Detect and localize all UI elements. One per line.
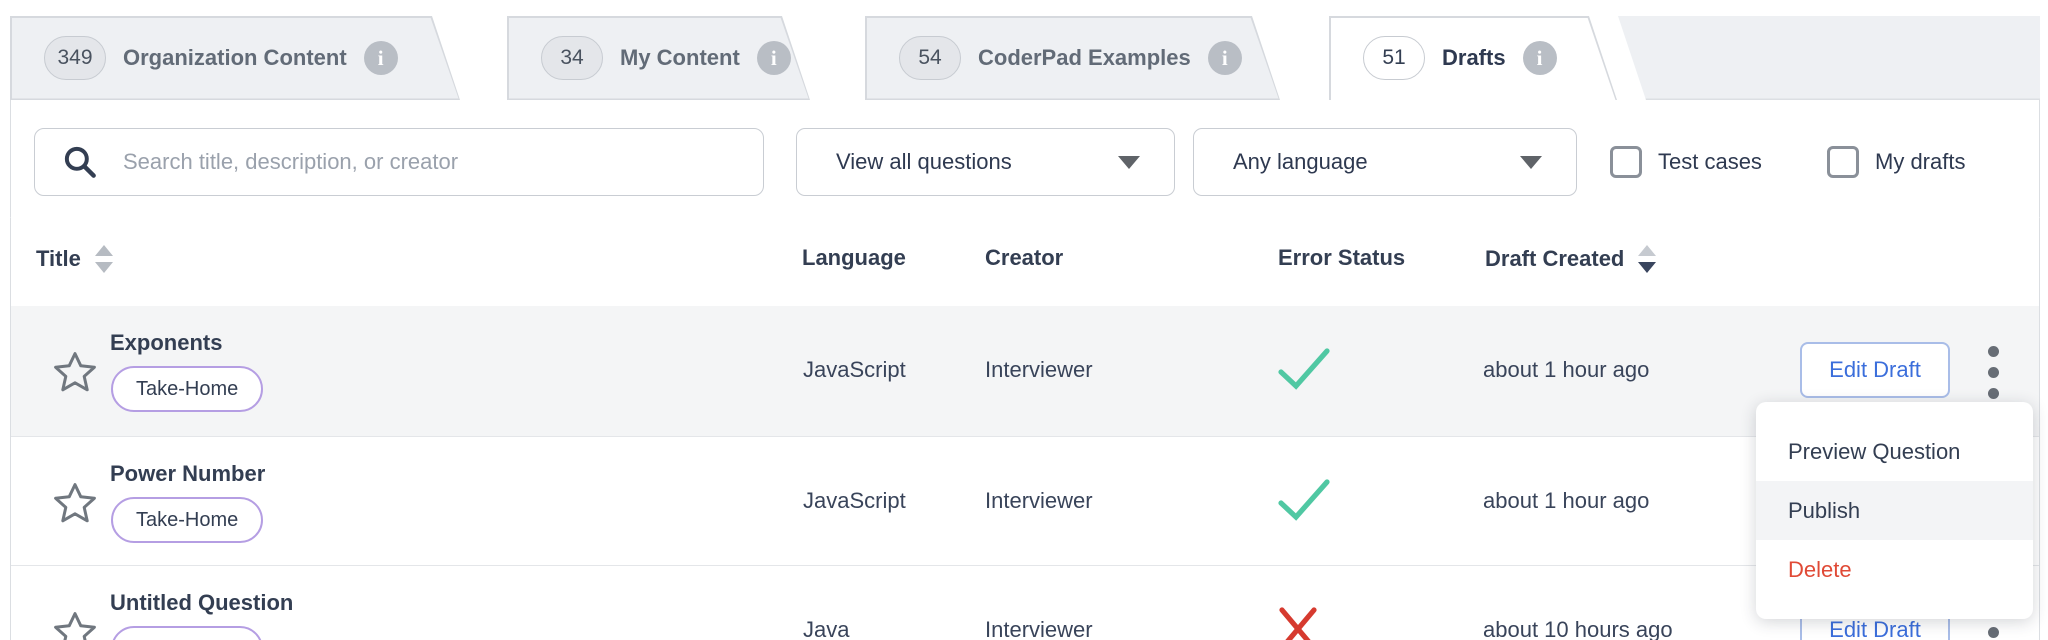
- tab-bar-filler: [1618, 16, 2040, 100]
- table-row[interactable]: Exponents Take-Home JavaScript Interview…: [11, 306, 2039, 437]
- favorite-star-icon[interactable]: [51, 608, 99, 640]
- search-box[interactable]: [34, 128, 764, 196]
- favorite-star-icon[interactable]: [51, 479, 99, 527]
- language-cell: JavaScript: [803, 357, 906, 382]
- column-header-title[interactable]: Title: [36, 245, 113, 273]
- chevron-down-icon: [1520, 155, 1542, 169]
- language-filter-dropdown[interactable]: Any language: [1193, 128, 1577, 196]
- question-filter-value: View all questions: [836, 149, 1012, 174]
- tab-bar: 349 Organization Content 34 My Content 5…: [10, 16, 2040, 100]
- column-header-language: Language: [802, 245, 906, 270]
- column-header-creator: Creator: [985, 245, 1064, 270]
- draft-created-cell: about 1 hour ago: [1483, 357, 1650, 382]
- column-header-error-status: Error Status: [1278, 245, 1406, 270]
- question-filter-dropdown[interactable]: View all questions: [796, 128, 1175, 196]
- info-icon[interactable]: [363, 41, 398, 75]
- search-input[interactable]: [121, 148, 763, 176]
- my-drafts-checkbox-group: My drafts: [1827, 128, 1965, 196]
- info-icon[interactable]: [756, 41, 791, 75]
- question-title[interactable]: Exponents: [110, 330, 222, 356]
- tab-label: CoderPad Examples: [978, 45, 1191, 70]
- table-row[interactable]: Power Number Take-Home JavaScript Interv…: [11, 437, 2039, 566]
- my-drafts-label: My drafts: [1875, 149, 1966, 174]
- test-cases-checkbox[interactable]: [1610, 146, 1642, 178]
- tab-organization-content[interactable]: 349 Organization Content: [10, 16, 460, 100]
- tab-my-content[interactable]: 34 My Content: [507, 16, 810, 100]
- error-x-icon: [1275, 604, 1321, 640]
- tab-count-badge: 349: [44, 36, 106, 80]
- info-icon[interactable]: [1207, 41, 1242, 75]
- favorite-star-icon[interactable]: [51, 348, 99, 396]
- menu-item-delete[interactable]: Delete: [1756, 540, 2033, 599]
- question-title[interactable]: Untitled Question: [110, 590, 293, 616]
- tab-count-badge: 54: [899, 36, 961, 80]
- tab-label: Organization Content: [123, 45, 347, 70]
- my-drafts-checkbox[interactable]: [1827, 146, 1859, 178]
- tab-count-badge: 34: [541, 36, 603, 80]
- draft-created-cell: about 1 hour ago: [1483, 488, 1650, 513]
- test-cases-label: Test cases: [1658, 149, 1762, 174]
- sort-icon-active-desc: [1638, 245, 1657, 273]
- success-check-icon: [1275, 475, 1333, 530]
- creator-cell: Interviewer: [985, 357, 1093, 382]
- tab-label: My Content: [620, 45, 740, 70]
- kebab-menu-icon[interactable]: [1971, 340, 2015, 404]
- question-title[interactable]: Power Number: [110, 461, 265, 487]
- chevron-down-icon: [1118, 155, 1140, 169]
- tab-drafts[interactable]: 51 Drafts: [1329, 16, 1617, 100]
- column-header-draft-created[interactable]: Draft Created: [1485, 245, 1657, 273]
- search-icon: [64, 146, 96, 178]
- question-bank-screen: 349 Organization Content 34 My Content 5…: [0, 0, 2048, 640]
- tab-count-badge: 51: [1363, 36, 1425, 80]
- creator-cell: Interviewer: [985, 617, 1093, 640]
- edit-draft-button[interactable]: Edit Draft: [1800, 342, 1950, 398]
- menu-item-preview-question[interactable]: Preview Question: [1756, 422, 2033, 481]
- menu-item-publish[interactable]: Publish: [1756, 481, 2033, 540]
- take-home-badge: Take-Home: [111, 497, 264, 543]
- success-check-icon: [1275, 344, 1333, 399]
- tab-label: Drafts: [1442, 45, 1506, 70]
- info-icon[interactable]: [1522, 41, 1557, 75]
- take-home-badge: Take-Home: [111, 366, 264, 412]
- creator-cell: Interviewer: [985, 488, 1093, 513]
- language-cell: JavaScript: [803, 488, 906, 513]
- draft-created-cell: about 10 hours ago: [1483, 617, 1673, 640]
- sort-icon: [94, 245, 113, 273]
- test-cases-checkbox-group: Test cases: [1610, 128, 1762, 196]
- row-context-menu: Preview Question Publish Delete: [1756, 402, 2033, 619]
- language-cell: Java: [803, 617, 850, 640]
- table-header: Title Language Creator Error Status Draf…: [11, 217, 2039, 306]
- language-filter-value: Any language: [1233, 149, 1368, 174]
- take-home-badge: Take-Home: [111, 626, 264, 640]
- tab-coderpad-examples[interactable]: 54 CoderPad Examples: [865, 16, 1280, 100]
- table-row[interactable]: Untitled Question Take-Home Java Intervi…: [11, 566, 2039, 640]
